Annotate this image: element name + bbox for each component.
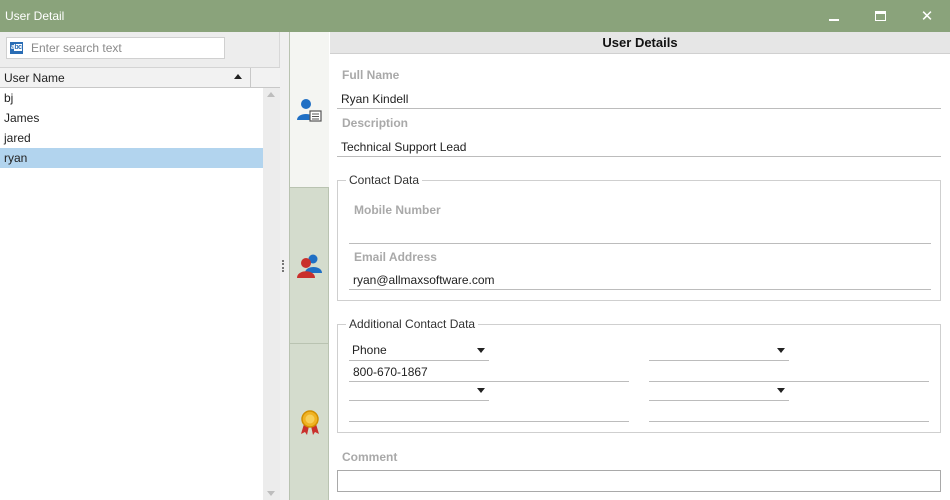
contact-value-underline-4 bbox=[649, 421, 929, 422]
award-ribbon-icon bbox=[300, 410, 319, 435]
detail-tab-strip bbox=[289, 32, 329, 500]
user-list-panel: abc User Name bj James jared ryan bbox=[0, 32, 280, 500]
contact-type-value-1: Phone bbox=[352, 343, 387, 357]
description-label: Description bbox=[342, 116, 409, 130]
contact-value-field-1[interactable]: 800-670-1867 bbox=[353, 365, 428, 379]
window-title: User Detail bbox=[5, 9, 65, 23]
column-header-label: User Name bbox=[4, 71, 65, 85]
tab-user-details[interactable] bbox=[290, 32, 329, 188]
list-item-selected[interactable]: ryan bbox=[0, 148, 263, 168]
mobile-number-underline bbox=[349, 243, 931, 244]
tab-permissions[interactable] bbox=[290, 344, 329, 500]
contact-type-select-4[interactable] bbox=[649, 381, 789, 401]
abc-search-icon: abc bbox=[10, 42, 23, 54]
additional-contact-data-group: Additional Contact Data Phone 800-670-18… bbox=[337, 317, 941, 433]
scroll-up-icon[interactable] bbox=[267, 92, 275, 97]
chevron-down-icon bbox=[477, 348, 485, 353]
section-title: User Details bbox=[330, 32, 950, 54]
search-box[interactable]: abc bbox=[6, 37, 225, 59]
tab-user-groups[interactable] bbox=[290, 188, 329, 344]
contact-data-group: Contact Data Mobile Number Email Address… bbox=[337, 173, 941, 301]
maximize-icon bbox=[874, 11, 886, 21]
chevron-down-icon bbox=[477, 388, 485, 393]
close-icon: ✕ bbox=[920, 8, 934, 25]
maximize-button[interactable] bbox=[857, 0, 903, 32]
email-address-underline bbox=[349, 289, 931, 290]
comment-field[interactable] bbox=[337, 470, 941, 492]
minimize-icon bbox=[829, 19, 839, 21]
email-address-label: Email Address bbox=[354, 250, 437, 264]
comment-label: Comment bbox=[342, 450, 398, 464]
contact-type-select-2[interactable] bbox=[649, 341, 789, 361]
splitter-grip-icon[interactable] bbox=[282, 260, 284, 272]
vertical-scrollbar[interactable] bbox=[263, 88, 280, 500]
title-bar: User Detail ✕ bbox=[0, 0, 950, 32]
chevron-down-icon bbox=[777, 388, 785, 393]
mobile-number-label: Mobile Number bbox=[354, 203, 441, 217]
description-underline bbox=[337, 156, 941, 157]
user-card-icon bbox=[296, 98, 322, 122]
user-group-icon bbox=[296, 254, 322, 278]
sort-ascending-icon bbox=[234, 74, 242, 79]
full-name-label: Full Name bbox=[342, 68, 400, 82]
list-item[interactable]: James bbox=[0, 108, 263, 128]
minimize-button[interactable] bbox=[811, 0, 857, 32]
additional-contact-data-legend: Additional Contact Data bbox=[346, 317, 479, 331]
contact-data-legend: Contact Data bbox=[346, 173, 423, 187]
full-name-field[interactable]: Ryan Kindell bbox=[341, 92, 408, 106]
user-details-panel: User Details Full Name Ryan Kindell Desc… bbox=[330, 32, 950, 500]
list-item[interactable]: bj bbox=[0, 88, 263, 108]
search-input[interactable] bbox=[31, 40, 221, 56]
column-header-user-name[interactable]: User Name bbox=[0, 67, 280, 88]
panel-splitter[interactable] bbox=[280, 32, 289, 500]
scroll-down-icon[interactable] bbox=[267, 491, 275, 496]
description-field[interactable]: Technical Support Lead bbox=[341, 140, 466, 154]
full-name-underline bbox=[337, 108, 941, 109]
contact-value-underline-3 bbox=[349, 421, 629, 422]
chevron-down-icon bbox=[777, 348, 785, 353]
contact-type-select-3[interactable] bbox=[349, 381, 489, 401]
email-address-field[interactable]: ryan@allmaxsoftware.com bbox=[353, 273, 495, 287]
close-button[interactable]: ✕ bbox=[904, 0, 950, 32]
list-item[interactable]: jared bbox=[0, 128, 263, 148]
column-divider[interactable] bbox=[250, 68, 251, 88]
contact-type-select-1[interactable]: Phone bbox=[349, 341, 489, 361]
user-list: bj James jared ryan bbox=[0, 88, 263, 500]
